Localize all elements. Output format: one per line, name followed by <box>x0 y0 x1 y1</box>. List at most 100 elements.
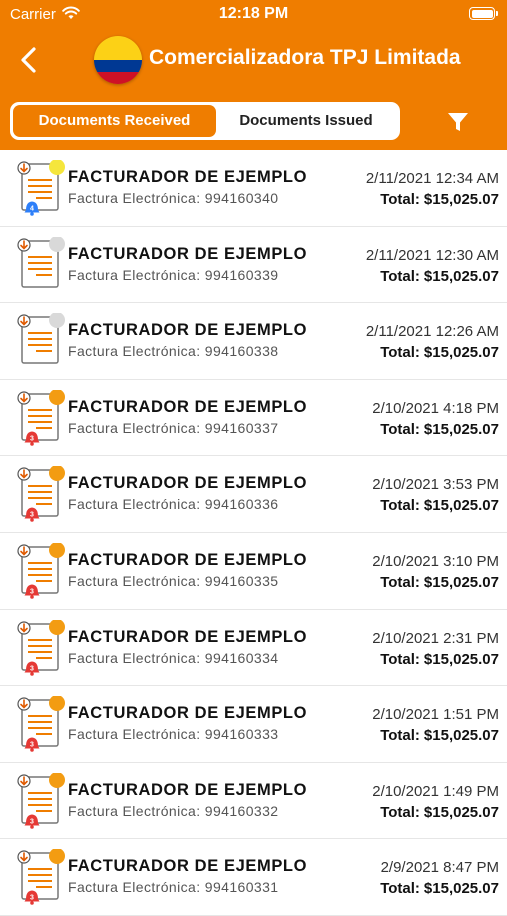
svg-text:3: 3 <box>30 818 34 825</box>
received-document-icon: 3 <box>17 466 65 523</box>
back-button[interactable] <box>16 44 44 76</box>
document-date: 2/10/2021 1:49 PM <box>372 782 499 800</box>
document-date: 2/10/2021 3:10 PM <box>372 552 499 570</box>
invoice-number: Factura Electrónica: 994160337 <box>68 419 279 436</box>
list-item[interactable]: 3 FACTURADOR DE EJEMPLO Factura Electrón… <box>0 380 507 457</box>
clock: 12:18 PM <box>218 5 289 22</box>
total-amount: $15,025.07 <box>423 650 499 668</box>
issuer-name: FACTURADOR DE EJEMPLO <box>68 474 308 493</box>
total-label: Total: <box>380 573 420 591</box>
document-total: Total: $15,025.07 <box>380 651 499 668</box>
list-item[interactable]: 3 FACTURADOR DE EJEMPLO Factura Electrón… <box>0 610 507 687</box>
list-item[interactable]: 3 FACTURADOR DE EJEMPLO Factura Electrón… <box>0 533 507 610</box>
list-item[interactable]: FACTURADOR DE EJEMPLO Factura Electrónic… <box>0 303 507 380</box>
total-amount: $15,025.07 <box>423 803 499 821</box>
svg-text:3: 3 <box>30 742 34 749</box>
documents-list: 4 FACTURADOR DE EJEMPLO Factura Electrón… <box>0 150 507 916</box>
total-amount: $15,025.07 <box>423 497 499 515</box>
list-item[interactable]: FACTURADOR DE EJEMPLO Factura Electrónic… <box>0 227 507 304</box>
total-amount: $15,025.07 <box>423 344 499 362</box>
total-label: Total: <box>380 191 420 208</box>
header-bar: Carrier 12:18 PM Comercializadora TPJ Li… <box>0 0 507 150</box>
received-document-icon: 3 <box>17 849 65 906</box>
svg-text:3: 3 <box>30 435 34 442</box>
received-document-icon: 3 <box>17 619 65 676</box>
invoice-number: Factura Electrónica: 994160339 <box>68 266 279 283</box>
list-item[interactable]: 3 FACTURADOR DE EJEMPLO Factura Electrón… <box>0 839 507 916</box>
total-amount: $15,025.07 <box>423 191 499 208</box>
issuer-name: FACTURADOR DE EJEMPLO <box>68 168 308 186</box>
invoice-number: Factura Electrónica: 994160331 <box>68 879 279 896</box>
tab-documents-issued[interactable]: Documents Issued <box>216 105 396 137</box>
list-item[interactable]: 3 FACTURADOR DE EJEMPLO Factura Electrón… <box>0 763 507 840</box>
document-total: Total: $15,025.07 <box>380 804 499 821</box>
document-date: 2/9/2021 8:47 PM <box>380 859 499 877</box>
document-date: 2/10/2021 3:53 PM <box>372 476 499 494</box>
issuer-name: FACTURADOR DE EJEMPLO <box>68 244 308 263</box>
page-title: Comercializadora TPJ Limitada <box>149 46 461 69</box>
issuer-name: FACTURADOR DE EJEMPLO <box>68 397 308 416</box>
list-item[interactable]: 4 FACTURADOR DE EJEMPLO Factura Electrón… <box>0 150 507 227</box>
invoice-number: Factura Electrónica: 994160334 <box>68 649 279 666</box>
document-total: Total: $15,025.07 <box>380 574 499 591</box>
document-date: 2/10/2021 4:18 PM <box>372 399 499 417</box>
document-date: 2/11/2021 12:30 AM <box>365 246 499 264</box>
invoice-number: Factura Electrónica: 994160340 <box>68 190 279 206</box>
document-total: Total: $15,025.07 <box>380 880 499 897</box>
total-amount: $15,025.07 <box>423 420 499 438</box>
total-label: Total: <box>380 880 420 898</box>
invoice-number: Factura Electrónica: 994160332 <box>68 802 279 819</box>
issuer-name: FACTURADOR DE EJEMPLO <box>68 857 308 876</box>
total-amount: $15,025.07 <box>423 267 499 285</box>
total-label: Total: <box>380 727 420 745</box>
invoice-number: Factura Electrónica: 994160333 <box>68 726 279 743</box>
received-document-icon: 4 <box>17 160 65 216</box>
list-item[interactable]: 3 FACTURADOR DE EJEMPLO Factura Electrón… <box>0 686 507 763</box>
document-total: Total: $15,025.07 <box>380 497 499 514</box>
total-label: Total: <box>380 497 420 515</box>
list-item[interactable]: 3 FACTURADOR DE EJEMPLO Factura Electrón… <box>0 456 507 533</box>
received-document-icon <box>17 313 65 364</box>
svg-text:3: 3 <box>30 665 34 672</box>
received-document-icon: 3 <box>17 696 65 752</box>
svg-text:3: 3 <box>30 588 34 595</box>
svg-text:3: 3 <box>30 512 34 519</box>
received-document-icon: 3 <box>17 389 65 446</box>
document-total: Total: $15,025.07 <box>380 727 499 744</box>
svg-text:3: 3 <box>30 895 34 902</box>
document-date: 2/10/2021 1:51 PM <box>372 706 499 724</box>
issuer-name: FACTURADOR DE EJEMPLO <box>68 627 308 646</box>
status-bar: Carrier 12:18 PM <box>0 0 507 30</box>
total-label: Total: <box>380 420 420 438</box>
issuer-name: FACTURADOR DE EJEMPLO <box>68 704 308 723</box>
issuer-name: FACTURADOR DE EJEMPLO <box>68 321 308 340</box>
invoice-number: Factura Electrónica: 994160338 <box>68 343 279 360</box>
document-total: Total: $15,025.07 <box>380 421 499 438</box>
tab-documents-received[interactable]: Documents Received <box>13 105 216 137</box>
received-document-icon: 3 <box>17 772 65 829</box>
total-label: Total: <box>380 803 420 821</box>
document-total: Total: $15,025.07 <box>380 344 499 361</box>
total-label: Total: <box>380 267 420 285</box>
document-date: 2/11/2021 12:34 AM <box>365 170 499 187</box>
total-amount: $15,025.07 <box>423 880 499 898</box>
received-document-icon: 3 <box>17 542 65 599</box>
document-date: 2/10/2021 2:31 PM <box>372 629 499 647</box>
invoice-number: Factura Electrónica: 994160335 <box>68 572 279 589</box>
total-amount: $15,025.07 <box>423 727 499 745</box>
document-date: 2/11/2021 12:26 AM <box>365 323 499 341</box>
documents-segmented-control: Documents Received Documents Issued <box>10 102 400 140</box>
filter-icon[interactable] <box>446 110 470 134</box>
document-total: Total: $15,025.07 <box>380 191 499 208</box>
issuer-name: FACTURADOR DE EJEMPLO <box>68 780 308 799</box>
battery-icon <box>469 7 498 20</box>
total-amount: $15,025.07 <box>423 573 499 591</box>
received-document-icon <box>17 236 65 288</box>
colombia-flag-icon <box>94 36 142 84</box>
invoice-number: Factura Electrónica: 994160336 <box>68 496 279 513</box>
issuer-name: FACTURADOR DE EJEMPLO <box>68 550 308 569</box>
document-total: Total: $15,025.07 <box>380 268 499 285</box>
total-label: Total: <box>380 650 420 668</box>
total-label: Total: <box>380 344 420 362</box>
svg-text:4: 4 <box>30 206 34 213</box>
